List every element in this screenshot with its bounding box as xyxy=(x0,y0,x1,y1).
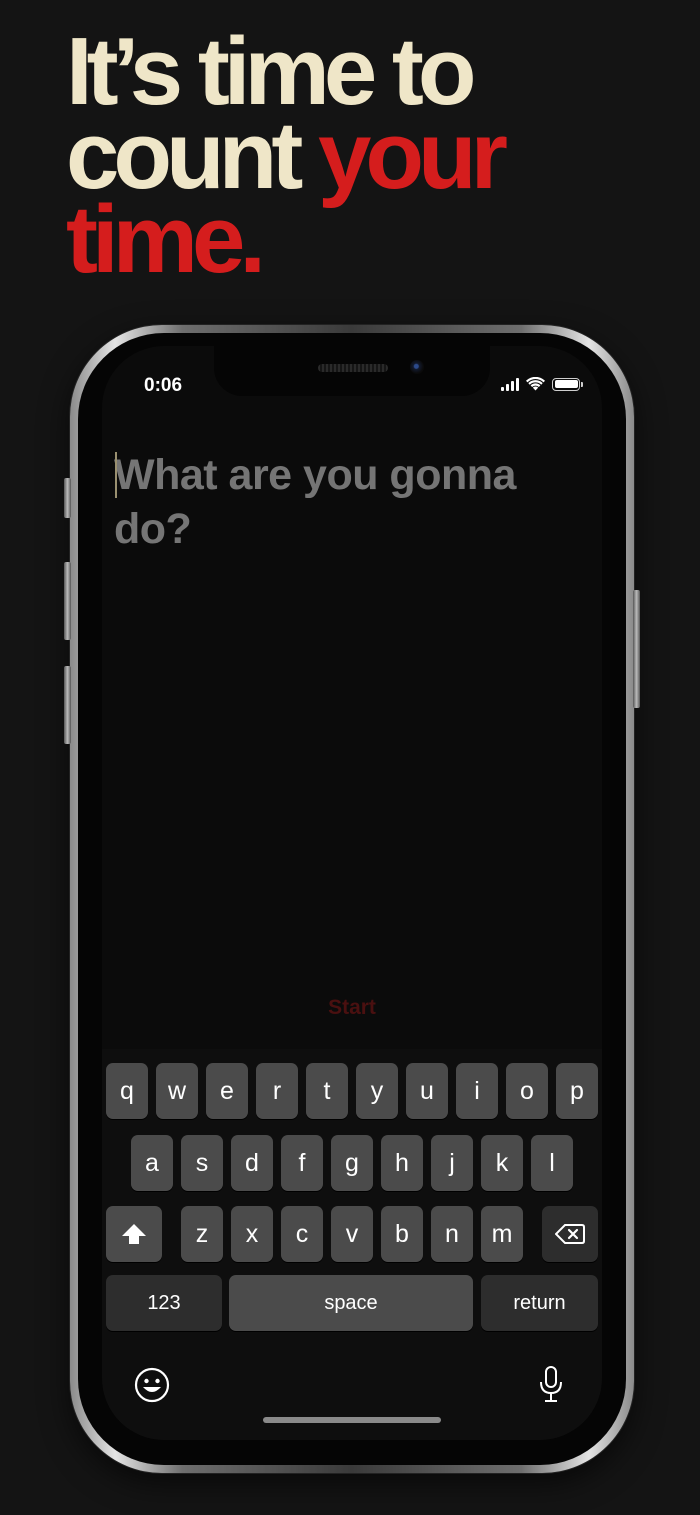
volume-down-button xyxy=(64,666,71,744)
text-cursor xyxy=(115,452,117,498)
backspace-icon xyxy=(555,1224,585,1244)
hero-headline: It’s time to count your time. xyxy=(66,24,508,293)
status-icons xyxy=(501,377,583,391)
emoji-icon[interactable] xyxy=(134,1367,170,1403)
key-j[interactable]: j xyxy=(431,1135,473,1191)
key-r[interactable]: r xyxy=(256,1063,298,1119)
key-x[interactable]: x xyxy=(231,1206,273,1262)
phone-screen: 0:06 Start q w e r t y u i o p a xyxy=(102,346,602,1440)
battery-icon xyxy=(552,377,583,391)
key-l[interactable]: l xyxy=(531,1135,573,1191)
headline-line-3: time. xyxy=(66,186,266,293)
key-i[interactable]: i xyxy=(456,1063,498,1119)
key-q[interactable]: q xyxy=(106,1063,148,1119)
key-p[interactable]: p xyxy=(556,1063,598,1119)
speaker-grille xyxy=(318,364,388,372)
keyboard-row-3: z x c v b n m xyxy=(102,1206,602,1262)
notch xyxy=(214,346,490,396)
wifi-icon xyxy=(526,377,545,391)
status-time: 0:06 xyxy=(144,375,183,396)
key-g[interactable]: g xyxy=(331,1135,373,1191)
key-t[interactable]: t xyxy=(306,1063,348,1119)
power-button xyxy=(633,590,640,708)
headline-your: your xyxy=(317,102,508,209)
volume-up-button xyxy=(64,562,71,640)
key-k[interactable]: k xyxy=(481,1135,523,1191)
key-c[interactable]: c xyxy=(281,1206,323,1262)
key-a[interactable]: a xyxy=(131,1135,173,1191)
microphone-icon[interactable] xyxy=(538,1365,564,1405)
key-d[interactable]: d xyxy=(231,1135,273,1191)
key-z[interactable]: z xyxy=(181,1206,223,1262)
return-key[interactable]: return xyxy=(481,1275,598,1331)
key-e[interactable]: e xyxy=(206,1063,248,1119)
key-n[interactable]: n xyxy=(431,1206,473,1262)
mute-switch xyxy=(64,478,71,518)
key-b[interactable]: b xyxy=(381,1206,423,1262)
key-w[interactable]: w xyxy=(156,1063,198,1119)
delete-key[interactable] xyxy=(542,1206,598,1262)
key-v[interactable]: v xyxy=(331,1206,373,1262)
key-s[interactable]: s xyxy=(181,1135,223,1191)
key-y[interactable]: y xyxy=(356,1063,398,1119)
key-h[interactable]: h xyxy=(381,1135,423,1191)
key-m[interactable]: m xyxy=(481,1206,523,1262)
task-input[interactable] xyxy=(114,448,584,556)
keyboard-row-2: a s d f g h j k l xyxy=(102,1135,602,1191)
keyboard: q w e r t y u i o p a s d f g h j k l z … xyxy=(102,1049,602,1440)
shift-icon xyxy=(122,1224,146,1244)
key-u[interactable]: u xyxy=(406,1063,448,1119)
keyboard-row-1: q w e r t y u i o p xyxy=(102,1063,602,1119)
home-indicator[interactable] xyxy=(263,1417,441,1423)
numbers-key[interactable]: 123 xyxy=(106,1275,222,1331)
front-camera xyxy=(410,360,424,374)
key-f[interactable]: f xyxy=(281,1135,323,1191)
start-button[interactable]: Start xyxy=(102,996,602,1020)
shift-key[interactable] xyxy=(106,1206,162,1262)
signal-icon xyxy=(501,377,519,391)
keyboard-row-4: 123 space return xyxy=(102,1275,602,1331)
space-key[interactable]: space xyxy=(229,1275,473,1331)
key-o[interactable]: o xyxy=(506,1063,548,1119)
